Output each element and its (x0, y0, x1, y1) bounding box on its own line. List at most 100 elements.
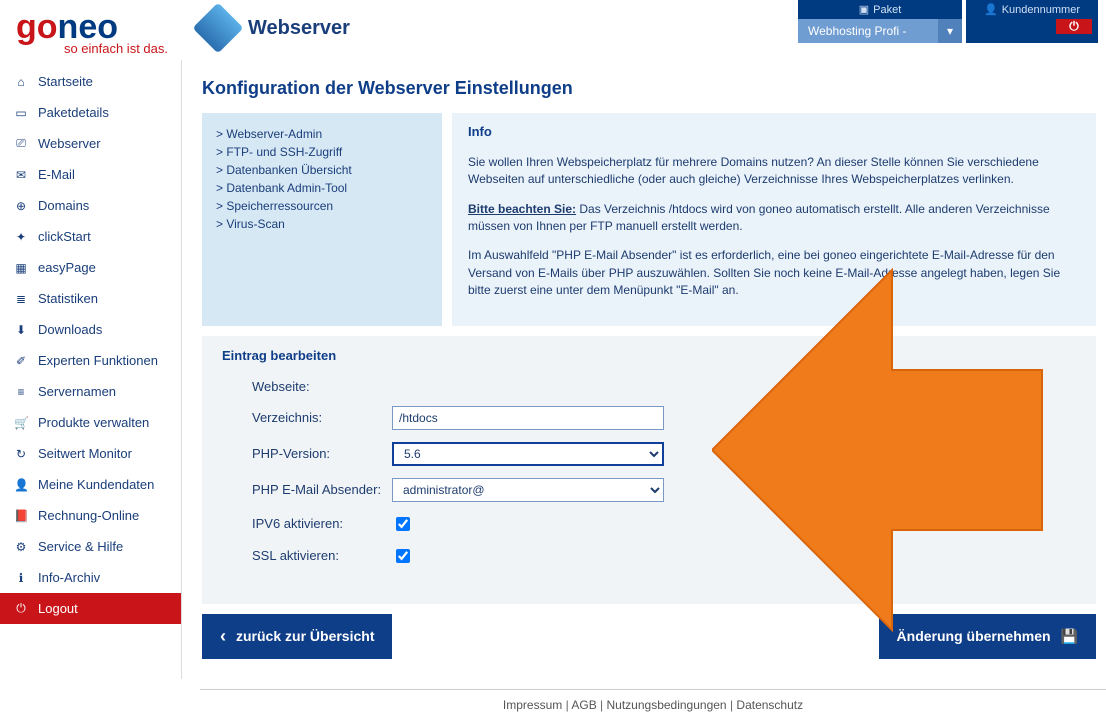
nav-label: Statistiken (38, 291, 98, 306)
nav-label: Info-Archiv (38, 570, 100, 585)
info-icon: ℹ (14, 571, 28, 585)
subnav-db-admin-tool[interactable]: > Datenbank Admin-Tool (216, 181, 428, 195)
form-heading: Eintrag bearbeiten (222, 348, 1076, 363)
phpversion-select[interactable]: 5.6 (392, 442, 664, 466)
nav-easypage[interactable]: ▦ easyPage (0, 252, 181, 283)
subnav-webserver-admin[interactable]: > Webserver-Admin (216, 127, 428, 141)
chevron-left-icon: ‹ (220, 626, 226, 647)
ssl-label: SSL aktivieren: (222, 548, 392, 563)
info-heading: Info (468, 123, 1080, 142)
phpmail-select[interactable]: administrator@ (392, 478, 664, 502)
paket-selected: Webhosting Profi - (808, 24, 907, 38)
home-icon: ⌂ (14, 75, 28, 89)
save-button[interactable]: Änderung übernehmen 💾 (879, 614, 1096, 659)
caret-down-icon: ▾ (947, 24, 953, 38)
info-p1: Sie wollen Ihren Webspeicherplatz für me… (468, 154, 1080, 189)
info-p2-bold: Bitte beachten Sie: (468, 202, 576, 216)
nav-webserver[interactable]: ⎚Webserver (0, 128, 181, 159)
edit-entry-panel: Eintrag bearbeiten Webseite: Verzeichnis… (202, 336, 1096, 604)
kundennummer-header: 👤 Kundennummer (966, 0, 1098, 19)
subnav-ftp-ssh[interactable]: > FTP- und SSH-Zugriff (216, 145, 428, 159)
verzeichnis-label: Verzeichnis: (222, 410, 392, 425)
nav-label: Rechnung-Online (38, 508, 139, 523)
nav-info-archiv[interactable]: ℹ Info-Archiv (0, 562, 181, 593)
page-header: Webserver (180, 0, 350, 46)
nav-label: clickStart (38, 229, 91, 244)
nav-experten[interactable]: ✐ Experten Funktionen (0, 345, 181, 376)
footer-terms[interactable]: Nutzungsbedingungen (607, 698, 727, 712)
webserver-icon (193, 3, 244, 54)
nav-servernamen[interactable]: ≡ Servernamen (0, 376, 181, 407)
paket-dropdown-toggle[interactable]: ▾ (938, 19, 962, 43)
subnav-virus-scan[interactable]: > Virus-Scan (216, 217, 428, 231)
nav-label: Startseite (38, 74, 93, 89)
nav-label: Produkte verwalten (38, 415, 149, 430)
footer-impressum[interactable]: Impressum (503, 698, 562, 712)
nav-label: E-Mail (38, 167, 75, 182)
ipv6-checkbox[interactable] (396, 517, 410, 531)
nav-label: Paketdetails (38, 105, 109, 120)
nav-label: Experten Funktionen (38, 353, 158, 368)
back-label: zurück zur Übersicht (236, 628, 374, 644)
paket-label: Paket (873, 4, 901, 16)
nav-label: easyPage (38, 260, 96, 275)
nav-email[interactable]: ✉ E-Mail (0, 159, 181, 190)
webserver-subnav: > Webserver-Admin > FTP- und SSH-Zugriff… (202, 113, 442, 326)
nav-label: Downloads (38, 322, 102, 337)
info-panel: Info Sie wollen Ihren Webspeicherplatz f… (452, 113, 1096, 326)
mail-icon: ✉ (14, 168, 28, 182)
sidebar-nav: ⌂ Startseite ▭Paketdetails ⎚Webserver ✉ E-… (0, 60, 182, 679)
nav-statistiken[interactable]: ≣Statistiken (0, 283, 181, 314)
page-title: Webserver (248, 17, 350, 40)
nav-rechnung[interactable]: 📕Rechnung-Online (0, 500, 181, 531)
kundennummer-field (966, 19, 1056, 34)
list-icon: ≡ (14, 385, 28, 399)
globe-icon: ⊕ (14, 199, 28, 213)
nav-paketdetails[interactable]: ▭Paketdetails (0, 97, 181, 128)
subnav-datenbanken[interactable]: > Datenbanken Übersicht (216, 163, 428, 177)
nav-label: Webserver (38, 136, 101, 151)
wrench-icon: ✐ (14, 354, 28, 368)
nav-label: Logout (38, 601, 78, 616)
phpmail-label: PHP E-Mail Absender: (222, 482, 392, 497)
back-button[interactable]: ‹ zurück zur Übersicht (202, 614, 392, 659)
kundennummer-box: 👤 Kundennummer ⏻ (966, 0, 1098, 43)
nav-logout[interactable]: ⏻Logout (0, 593, 181, 624)
person-icon: 👤 (14, 478, 28, 492)
main-content: Konfiguration der Webserver Einstellunge… (182, 60, 1106, 679)
paket-header: ▣ Paket (798, 0, 962, 19)
cube-icon: ▣ (859, 3, 869, 16)
power-button[interactable]: ⏻ (1056, 19, 1092, 34)
nav-seitwert[interactable]: ↻ Seitwert Monitor (0, 438, 181, 469)
footer: Impressum | AGB | Nutzungsbedingungen | … (200, 689, 1106, 720)
cart-icon: 🛒 (14, 416, 28, 430)
nav-label: Domains (38, 198, 89, 213)
verzeichnis-input[interactable] (392, 406, 664, 430)
config-title: Konfiguration der Webserver Einstellunge… (202, 78, 1096, 99)
subnav-speicher[interactable]: > Speicherressourcen (216, 199, 428, 213)
webseite-label: Webseite: (222, 379, 392, 394)
brand-logo: goneo so einfach ist das. (0, 0, 180, 60)
nav-clickstart[interactable]: ✦ clickStart (0, 221, 181, 252)
nav-downloads[interactable]: ⬇ Downloads (0, 314, 181, 345)
footer-agb[interactable]: AGB (571, 698, 596, 712)
ssl-checkbox[interactable] (396, 549, 410, 563)
paket-select[interactable]: Webhosting Profi - (798, 19, 938, 43)
nav-label: Seitwert Monitor (38, 446, 132, 461)
nav-label: Servernamen (38, 384, 116, 399)
info-p2: Bitte beachten Sie: Das Verzeichnis /htd… (468, 201, 1080, 236)
kundennummer-label: Kundennummer (1002, 4, 1080, 16)
phpversion-label: PHP-Version: (222, 446, 392, 461)
grid-icon: ▦ (14, 261, 28, 275)
nav-produkte[interactable]: 🛒 Produkte verwalten (0, 407, 181, 438)
footer-privacy[interactable]: Datenschutz (736, 698, 803, 712)
nav-service[interactable]: ⚙Service & Hilfe (0, 531, 181, 562)
nav-domains[interactable]: ⊕ Domains (0, 190, 181, 221)
nav-kundendaten[interactable]: 👤 Meine Kundendaten (0, 469, 181, 500)
paket-box: ▣ Paket Webhosting Profi - ▾ (798, 0, 962, 43)
download-icon: ⬇ (14, 323, 28, 337)
nav-startseite[interactable]: ⌂ Startseite (0, 66, 181, 97)
refresh-icon: ↻ (14, 447, 28, 461)
spark-icon: ✦ (14, 230, 28, 244)
nav-label: Meine Kundendaten (38, 477, 154, 492)
